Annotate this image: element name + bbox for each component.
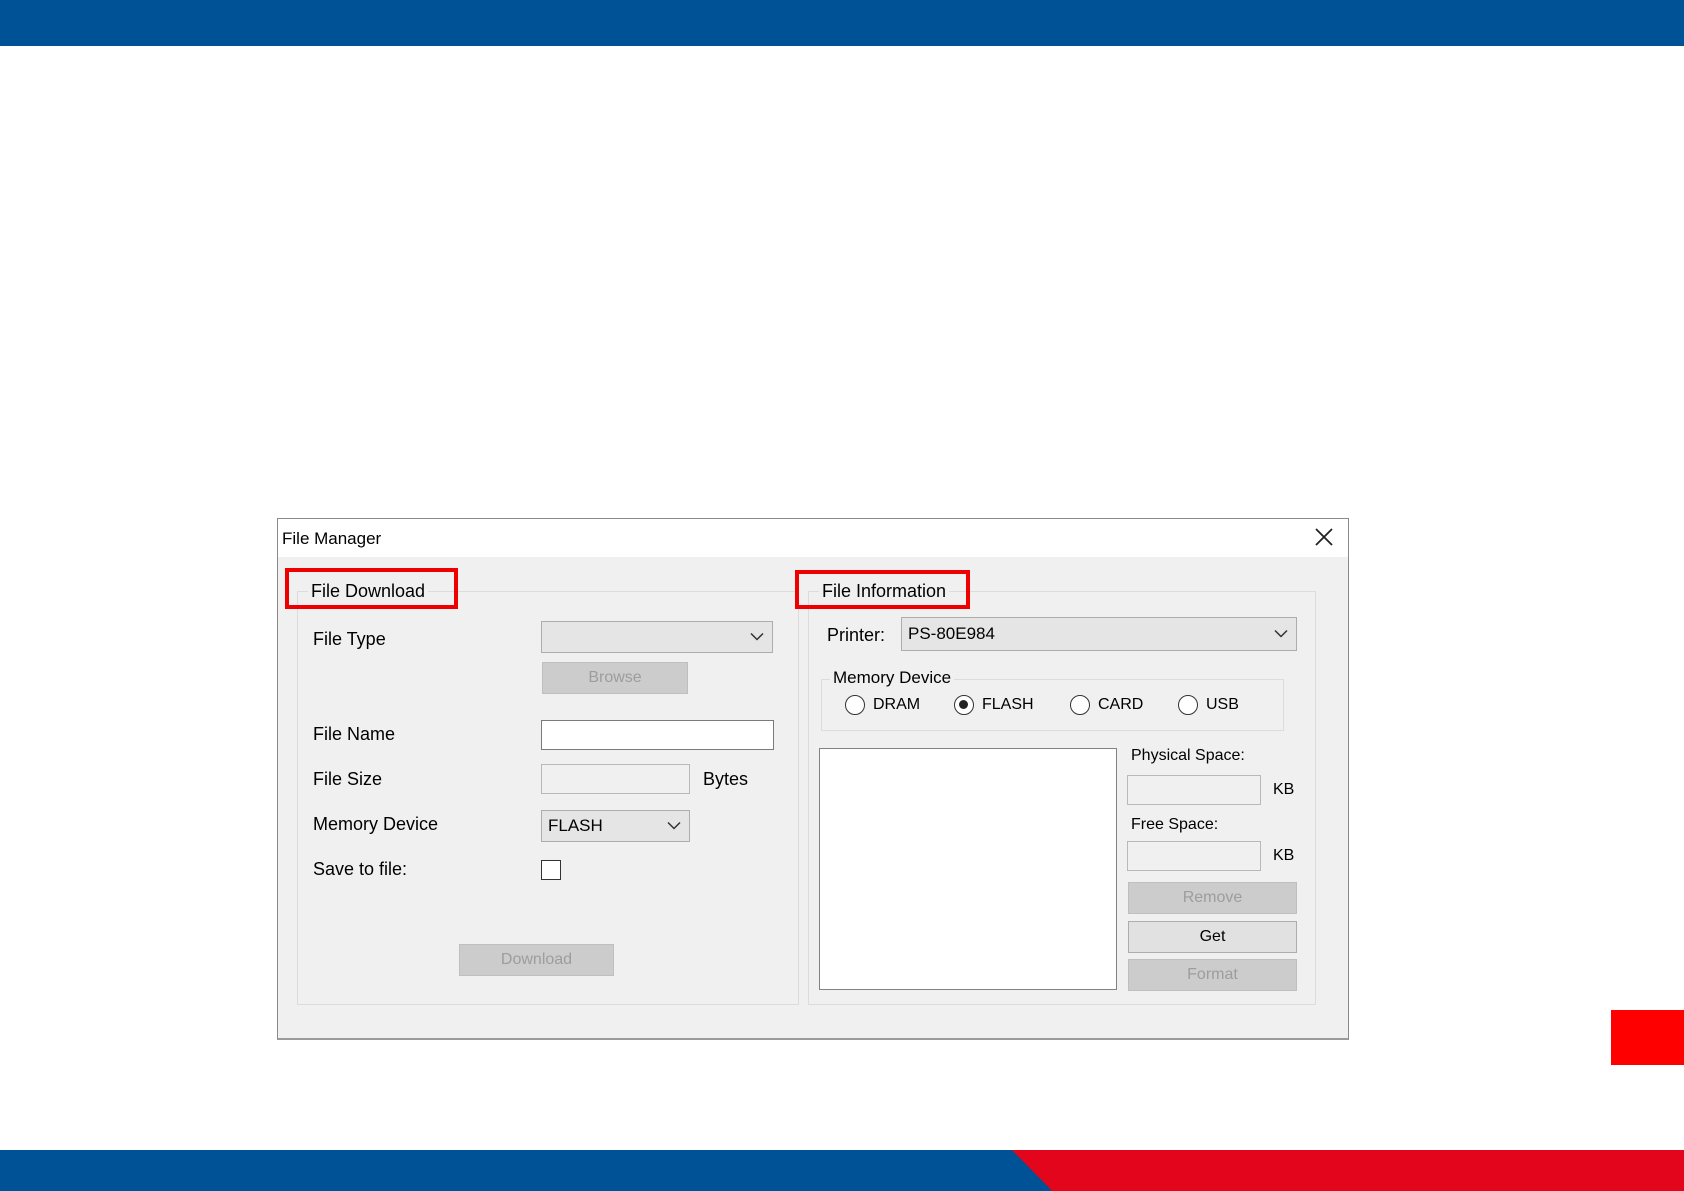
memory-device-label: Memory Device: [313, 814, 439, 834]
free-space-field[interactable]: [1127, 841, 1261, 871]
file-type-label: File Type: [313, 629, 386, 649]
radio-usb-label: USB: [1206, 696, 1239, 713]
file-name-field[interactable]: [541, 720, 774, 750]
file-name-label: File Name: [313, 724, 396, 744]
download-button[interactable]: Download: [459, 944, 614, 976]
radio-flash-label: FLASH: [982, 696, 1034, 713]
printer-value: PS-80E984: [908, 624, 995, 643]
chevron-down-icon: [667, 821, 681, 830]
dialog-titlebar: File Manager: [278, 519, 1348, 557]
file-download-highlight: [285, 568, 458, 609]
chevron-down-icon: [1274, 629, 1288, 638]
file-download-group: File Download: [297, 581, 799, 1005]
radio-dram-label: DRAM: [873, 696, 921, 713]
radio-card-label: CARD: [1098, 696, 1144, 713]
printer-label: Printer:: [827, 625, 886, 645]
radio-dram[interactable]: [845, 695, 865, 715]
radio-flash[interactable]: [954, 695, 974, 715]
memory-device-value: FLASH: [548, 816, 603, 835]
physical-space-label: Physical Space:: [1131, 747, 1245, 764]
browse-button[interactable]: Browse: [542, 662, 688, 694]
free-unit-label: KB: [1273, 847, 1295, 864]
footer-accent: [1012, 1150, 1684, 1191]
chevron-down-icon: [750, 632, 764, 641]
remove-button[interactable]: Remove: [1128, 882, 1297, 914]
file-information-highlight: [795, 570, 970, 609]
file-list[interactable]: [819, 748, 1117, 990]
format-button[interactable]: Format: [1128, 959, 1297, 991]
save-to-file-checkbox[interactable]: [541, 860, 561, 880]
radio-card[interactable]: [1070, 695, 1090, 715]
dialog-title: File Manager: [282, 529, 382, 548]
radio-usb[interactable]: [1178, 695, 1198, 715]
close-icon[interactable]: [1312, 525, 1336, 549]
physical-unit-label: KB: [1273, 781, 1295, 798]
file-type-select[interactable]: [541, 621, 773, 653]
memory-device-select[interactable]: FLASH: [541, 810, 690, 842]
memory-device-legend: Memory Device: [830, 668, 955, 688]
get-button[interactable]: Get: [1128, 921, 1297, 953]
physical-space-field[interactable]: [1127, 775, 1261, 805]
file-size-field[interactable]: [541, 764, 690, 794]
radio-selected-dot: [959, 700, 968, 709]
file-size-label: File Size: [313, 769, 383, 789]
free-space-label: Free Space:: [1131, 816, 1219, 833]
printer-select[interactable]: PS-80E984: [901, 617, 1297, 651]
header-band: [0, 0, 1684, 46]
bytes-label: Bytes: [703, 769, 749, 789]
save-to-file-label: Save to file:: [313, 859, 408, 879]
file-manager-dialog: File Manager File Download File Type Bro…: [277, 518, 1349, 1040]
side-marker: [1611, 1010, 1684, 1065]
